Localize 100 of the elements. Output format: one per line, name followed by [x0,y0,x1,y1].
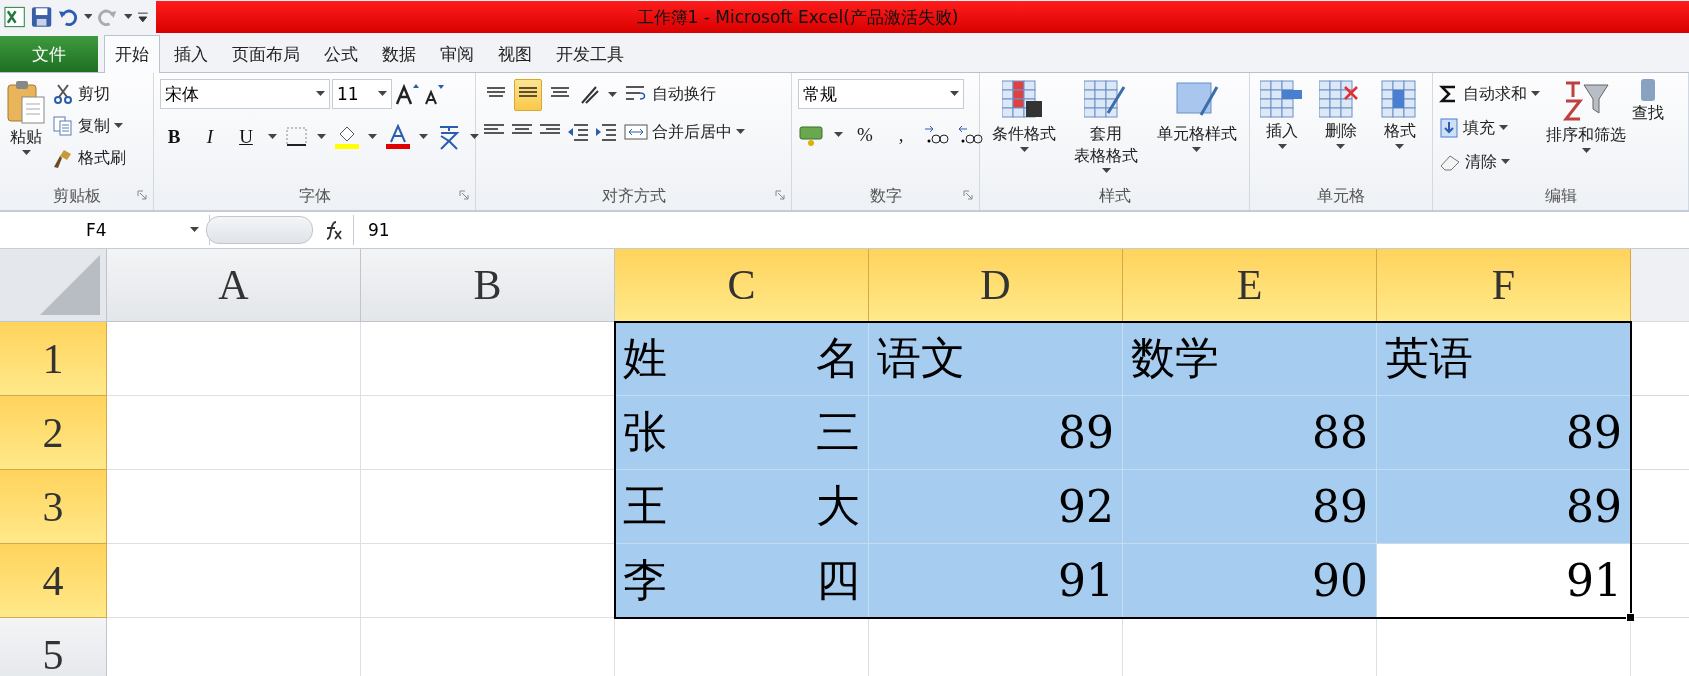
row-header[interactable]: 2 [0,396,107,470]
customize-toolbar-icon[interactable] [138,11,148,23]
caret-icon[interactable] [316,91,325,97]
caret-icon[interactable] [1102,168,1111,175]
caret-icon[interactable] [123,14,133,20]
caret-icon[interactable] [378,91,387,97]
editing-command[interactable]: 清除 [1439,147,1540,177]
caret-icon[interactable] [736,129,745,135]
dialog-launcher-icon[interactable] [963,190,973,200]
style-command[interactable]: 套用 表格格式 [1074,79,1139,182]
dialog-launcher-icon[interactable] [137,190,147,200]
style-command[interactable]: 条件格式 [992,79,1057,182]
table-cell[interactable]: 89 [869,396,1123,470]
row-header[interactable]: 1 [0,322,107,396]
shrink-font-icon[interactable] [422,82,446,106]
vertical-align-button[interactable] [514,79,542,111]
table-cell[interactable]: 89 [1377,470,1631,544]
caret-icon[interactable] [419,134,428,140]
merge-center-button[interactable]: 合并后居中 [624,117,745,147]
column-header[interactable]: A [107,249,361,322]
caret-icon[interactable] [950,91,959,97]
ribbon-tab[interactable]: 审阅 [430,36,484,72]
grow-font-icon[interactable] [394,82,420,106]
caret-icon[interactable] [268,134,277,140]
cells-command[interactable]: 删除 [1319,79,1363,182]
caret-icon[interactable] [1192,146,1202,153]
dialog-launcher-icon[interactable] [459,190,469,200]
column-header[interactable]: B [361,249,615,322]
caret-icon[interactable] [368,134,377,140]
column-header[interactable]: E [1123,249,1377,322]
table-cell[interactable]: 王 大 [615,470,869,544]
fill-color-icon[interactable] [334,124,360,150]
table-cell[interactable]: 91 [869,544,1123,618]
clipboard-command[interactable]: 剪切 [52,79,126,109]
find-button[interactable]: 查找 [1632,79,1664,182]
row-header[interactable]: 5 [0,618,107,676]
caret-icon[interactable] [1499,125,1508,131]
font-color-icon[interactable] [385,124,411,150]
table-cell[interactable]: 语文 [869,322,1123,396]
table-cell[interactable]: 88 [1123,396,1377,470]
table-cell[interactable]: 张 三 [615,396,869,470]
table-cell[interactable] [107,322,361,396]
number-format-field[interactable]: 常规 [798,79,964,109]
table-cell[interactable]: 英语 [1377,322,1631,396]
currency-icon[interactable] [798,123,826,147]
decrease-decimal-icon[interactable] [957,123,983,147]
font-style-button[interactable]: I [196,121,224,153]
font-name-field[interactable]: 宋体 [160,79,330,109]
table-cell[interactable]: 89 [1377,396,1631,470]
fill-handle[interactable] [1626,613,1635,622]
ribbon-tab[interactable]: 页面布局 [222,36,310,72]
table-cell[interactable]: 89 [1123,470,1377,544]
table-cell[interactable]: 90 [1123,544,1377,618]
paintbrush-icon[interactable] [52,147,74,169]
editing-command[interactable]: 自动求和 [1439,79,1540,109]
increase-decimal-icon[interactable] [923,123,949,147]
increase-indent-icon[interactable] [594,121,618,143]
file-menu-tab[interactable]: 文件 [0,36,98,72]
sort-filter-button[interactable]: 排序和筛选 [1546,79,1626,182]
app-icon[interactable] [4,6,26,28]
caret-icon[interactable] [1019,146,1029,153]
paste-button[interactable]: 粘贴 [6,79,46,182]
caret-icon[interactable] [21,150,31,156]
editing-command[interactable]: 填充 [1439,113,1540,143]
caret-icon[interactable] [83,14,93,20]
dialog-launcher-icon[interactable] [775,190,785,200]
table-cell[interactable]: 92 [869,470,1123,544]
number-format-button[interactable]: , [887,119,915,151]
number-format-button[interactable]: % [851,119,879,151]
table-cell[interactable]: 数学 [1123,322,1377,396]
table-cell[interactable]: 李 四 [615,544,869,618]
font-size-field[interactable]: 11 [332,79,392,109]
row-header[interactable]: 3 [0,470,107,544]
caret-icon[interactable] [114,123,123,129]
row-header[interactable]: 4 [0,544,107,618]
scissors-icon[interactable] [52,83,74,105]
caret-icon[interactable] [317,134,326,140]
ribbon-tab[interactable]: 公式 [314,36,368,72]
table-cell[interactable] [107,470,361,544]
caret-icon[interactable] [1395,144,1405,150]
ribbon-tab[interactable]: 数据 [372,36,426,72]
table-cell[interactable] [107,396,361,470]
merge-cells-icon[interactable] [624,121,648,143]
save-icon[interactable] [31,6,53,28]
fill-down-icon[interactable] [1439,117,1459,139]
font-style-button[interactable]: U [232,121,260,153]
caret-icon[interactable] [608,92,617,98]
column-header[interactable]: F [1377,249,1631,322]
clipboard-command[interactable]: 复制 [52,111,126,141]
caret-icon[interactable] [1336,144,1346,150]
caret-icon[interactable] [470,134,479,140]
ribbon-tab[interactable]: 开始 [104,35,160,73]
clipboard-command[interactable]: 格式刷 [52,143,126,173]
table-cell[interactable] [107,544,361,618]
caret-icon[interactable] [1277,144,1287,150]
caret-icon[interactable] [1581,148,1591,154]
cells-command[interactable]: 插入 [1260,79,1305,182]
ribbon-tab[interactable]: 开发工具 [546,36,634,72]
ribbon-tab[interactable]: 视图 [488,36,542,72]
wrap-text-button[interactable]: 自动换行 [624,79,745,109]
